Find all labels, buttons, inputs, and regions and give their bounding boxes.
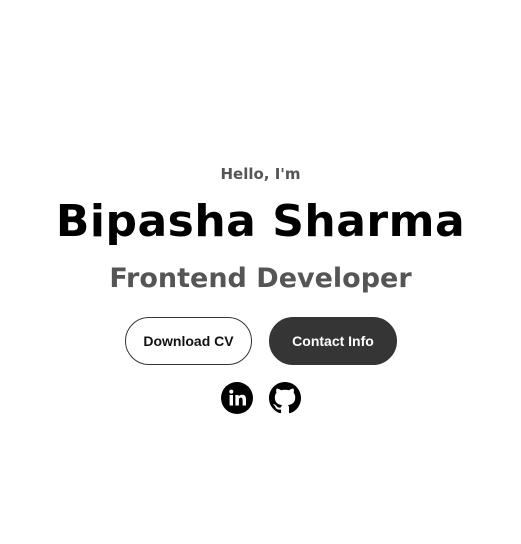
developer-name: Bipasha Sharma	[55, 196, 466, 247]
hero-section: Hello, I'm Bipasha Sharma Frontend Devel…	[0, 0, 521, 544]
contact-info-button[interactable]: Contact Info	[269, 317, 397, 365]
developer-role: Frontend Developer	[109, 263, 412, 294]
greeting-text: Hello, I'm	[220, 165, 301, 183]
github-link[interactable]	[269, 382, 301, 414]
download-cv-button[interactable]: Download CV	[125, 317, 252, 365]
github-icon	[269, 382, 301, 414]
linkedin-link[interactable]	[221, 382, 253, 414]
linkedin-icon	[221, 382, 253, 414]
